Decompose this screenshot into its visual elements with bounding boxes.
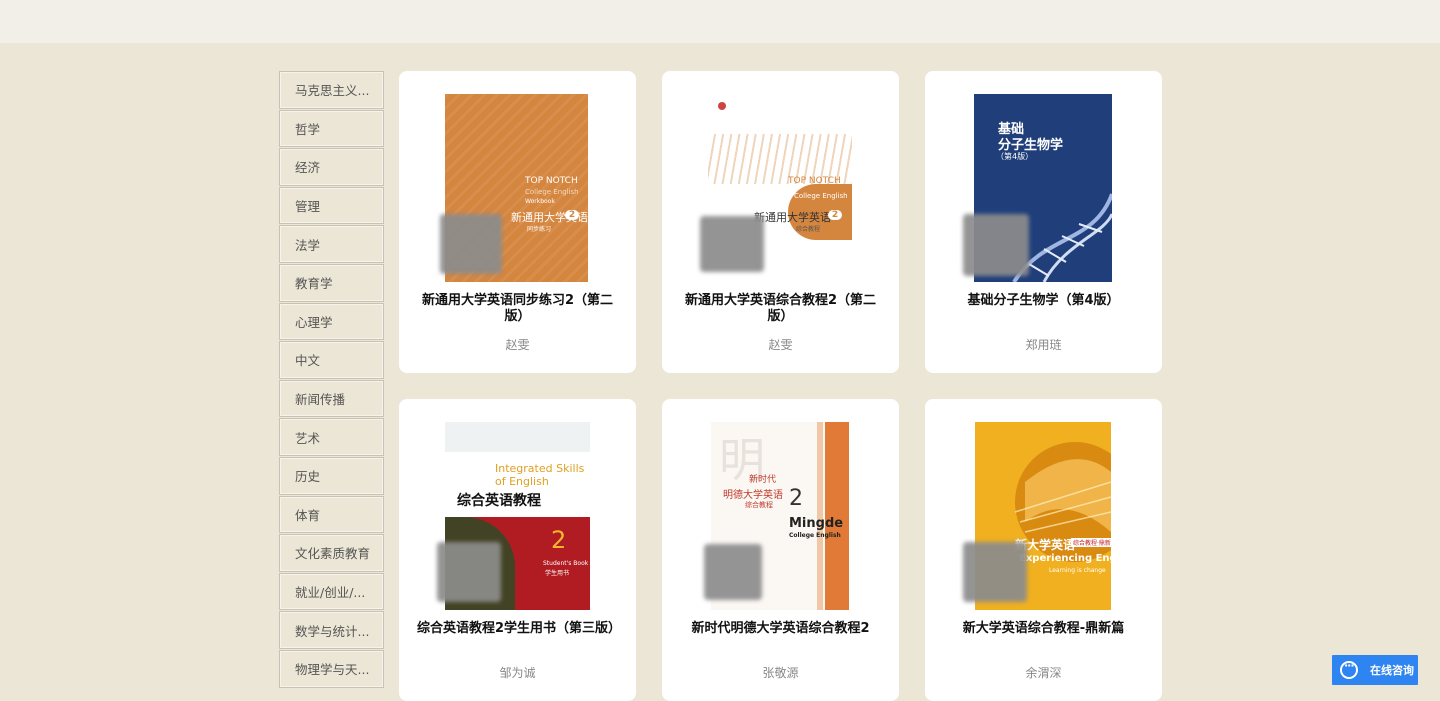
top-bar: [0, 0, 1440, 43]
book-title: 基础分子生物学（第4版）: [967, 293, 1120, 308]
category-item-sports[interactable]: 体育: [279, 495, 384, 534]
book-author: 邹为诚: [499, 666, 536, 680]
online-consult-button[interactable]: 在线咨询: [1332, 655, 1418, 685]
category-item-chinese[interactable]: 中文: [279, 341, 384, 379]
blurred-thumbnail: [963, 214, 1029, 276]
category-item-physics[interactable]: 物理学与天...: [279, 649, 384, 688]
category-item-journalism[interactable]: 新闻传播: [279, 379, 384, 418]
category-item-economics[interactable]: 经济: [279, 148, 384, 186]
category-item-employment[interactable]: 就业/创业/...: [279, 572, 384, 611]
category-item-marxism[interactable]: 马克思主义...: [279, 71, 384, 109]
book-author: 赵雯: [768, 338, 793, 352]
book-title: 新通用大学英语综合教程2（第二版）: [684, 293, 877, 324]
category-item-psychology[interactable]: 心理学: [279, 302, 384, 341]
category-item-law[interactable]: 法学: [279, 225, 384, 263]
book-card[interactable]: 基础 分子生物学 （第4版） 基础分子生物学（第4版） 郑用琏: [925, 71, 1162, 373]
category-item-history[interactable]: 历史: [279, 456, 384, 495]
book-card[interactable]: 新大学英语 综合教程·鼎新篇 Experiencing English Lear…: [925, 399, 1162, 701]
book-card[interactable]: TOP NOTCH College English 新通用大学英语 2 综合教程…: [662, 71, 899, 373]
category-item-art[interactable]: 艺术: [279, 418, 384, 456]
blurred-thumbnail: [963, 542, 1027, 602]
book-author: 张敬源: [762, 666, 799, 680]
category-item-education[interactable]: 教育学: [279, 263, 384, 302]
book-author: 余渭深: [1025, 666, 1062, 680]
blurred-thumbnail: [704, 544, 762, 600]
category-item-philosophy[interactable]: 哲学: [279, 109, 384, 148]
book-title: 新时代明德大学英语综合教程2: [691, 621, 870, 636]
book-title: 综合英语教程2学生用书（第三版）: [417, 621, 622, 636]
book-card[interactable]: Integrated Skills of English 综合英语教程 2 St…: [399, 399, 636, 701]
book-author: 郑用琏: [1025, 338, 1062, 352]
book-card[interactable]: 明 新时代 明德大学英语 综合教程 2 Mingde College Engli…: [662, 399, 899, 701]
book-title: 新通用大学英语同步练习2（第二版）: [421, 293, 614, 324]
book-author: 赵雯: [505, 338, 530, 352]
category-item-culture[interactable]: 文化素质教育: [279, 534, 384, 572]
online-consult-label: 在线咨询: [1370, 664, 1414, 677]
category-item-management[interactable]: 管理: [279, 186, 384, 225]
blurred-thumbnail: [700, 216, 764, 272]
chat-bubble-icon: [1340, 659, 1358, 679]
category-sidebar: 马克思主义... 哲学 经济 管理 法学 教育学 心理学 中文 新闻传播 艺术 …: [279, 71, 384, 689]
category-item-math[interactable]: 数学与统计...: [279, 611, 384, 649]
book-title: 新大学英语综合教程-鼎新篇: [962, 621, 1125, 636]
blurred-thumbnail: [437, 542, 501, 602]
book-card[interactable]: TOP NOTCH College English Workbook 新通用大学…: [399, 71, 636, 373]
blurred-thumbnail: [440, 214, 502, 274]
